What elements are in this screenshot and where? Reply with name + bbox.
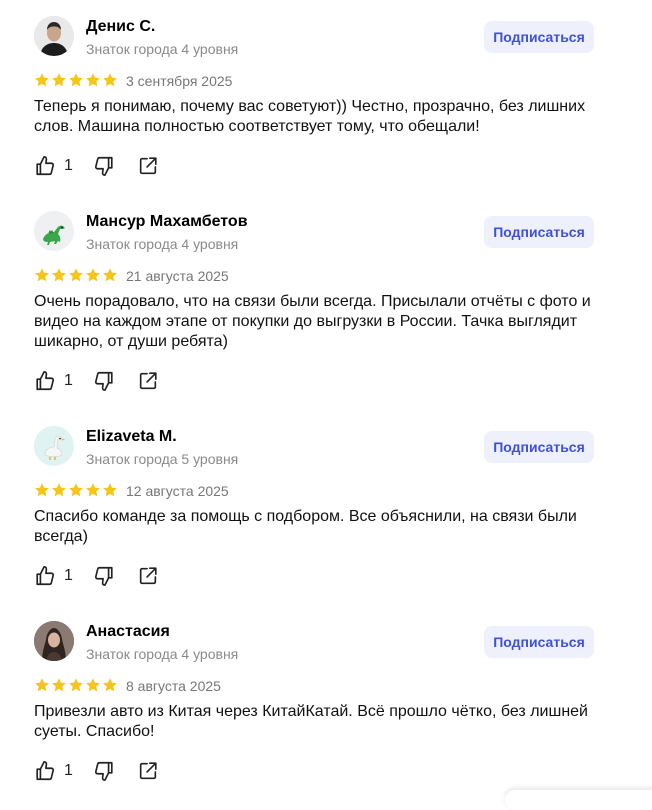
star-icon — [34, 482, 50, 498]
review-actions: 1 — [34, 370, 159, 392]
review-actions: 1 — [34, 565, 159, 587]
star-icon — [51, 72, 67, 88]
like-button[interactable]: 1 — [34, 760, 73, 782]
avatar[interactable] — [34, 621, 74, 661]
share-icon — [137, 155, 159, 177]
like-count: 1 — [64, 372, 73, 389]
review-text: Привезли авто из Китая через КитайКатай.… — [34, 703, 588, 740]
review-text: Спасибо команде за помощь с подбором. Вс… — [34, 508, 577, 545]
star-icon — [34, 677, 50, 693]
review-text: Очень порадовало, что на связи были всег… — [34, 293, 591, 350]
rating-stars — [34, 677, 118, 693]
reviewer-name[interactable]: Мансур Махамбетов — [86, 213, 248, 231]
dislike-button[interactable] — [93, 155, 115, 177]
dinosaur-icon — [34, 211, 74, 251]
like-count: 1 — [64, 762, 73, 779]
avatar[interactable] — [34, 426, 74, 466]
goose-icon — [34, 426, 74, 466]
reviewer-name[interactable]: Elizaveta M. — [86, 428, 177, 446]
rating-stars — [34, 482, 118, 498]
thumbs-up-icon — [34, 565, 56, 587]
review-date: 3 сентября 2025 — [126, 73, 233, 89]
review-actions: 1 — [34, 155, 159, 177]
like-button[interactable]: 1 — [34, 370, 73, 392]
reviewer-level: Знаток города 4 уровня — [86, 646, 239, 662]
reviewer-level: Знаток города 5 уровня — [86, 451, 239, 467]
star-icon — [85, 72, 101, 88]
woman-photo-icon — [34, 621, 74, 661]
star-icon — [102, 677, 118, 693]
share-icon — [137, 370, 159, 392]
thumbs-up-icon — [34, 760, 56, 782]
star-icon — [68, 72, 84, 88]
subscribe-button[interactable]: Подписаться — [484, 21, 594, 53]
thumbs-down-icon — [93, 155, 115, 177]
like-count: 1 — [64, 157, 73, 174]
share-button[interactable] — [137, 565, 159, 587]
reviewer-level: Знаток города 4 уровня — [86, 236, 239, 252]
star-icon — [51, 482, 67, 498]
avatar[interactable] — [34, 16, 74, 56]
man-photo-icon — [34, 16, 74, 56]
review-date: 8 августа 2025 — [126, 678, 221, 694]
reviewer-name[interactable]: Анастасия — [86, 623, 170, 641]
rating-stars — [34, 267, 118, 283]
share-button[interactable] — [137, 760, 159, 782]
subscribe-button[interactable]: Подписаться — [484, 626, 594, 658]
share-icon — [137, 760, 159, 782]
review-date: 12 августа 2025 — [126, 483, 229, 499]
thumbs-down-icon — [93, 565, 115, 587]
thumbs-up-icon — [34, 155, 56, 177]
star-icon — [102, 267, 118, 283]
share-icon — [137, 565, 159, 587]
star-icon — [34, 72, 50, 88]
star-icon — [68, 267, 84, 283]
share-button[interactable] — [137, 155, 159, 177]
rating-stars — [34, 72, 118, 88]
star-icon — [51, 267, 67, 283]
star-icon — [85, 677, 101, 693]
star-icon — [68, 677, 84, 693]
star-icon — [51, 677, 67, 693]
floating-panel-edge — [505, 790, 652, 810]
like-button[interactable]: 1 — [34, 155, 73, 177]
star-icon — [85, 482, 101, 498]
star-icon — [68, 482, 84, 498]
subscribe-button[interactable]: Подписаться — [484, 431, 594, 463]
review-actions: 1 — [34, 760, 159, 782]
star-icon — [34, 267, 50, 283]
thumbs-down-icon — [93, 760, 115, 782]
review-text: Теперь я понимаю, почему вас советуют)) … — [34, 98, 586, 135]
star-icon — [102, 72, 118, 88]
like-count: 1 — [64, 567, 73, 584]
like-button[interactable]: 1 — [34, 565, 73, 587]
review-date: 21 августа 2025 — [126, 268, 229, 284]
thumbs-down-icon — [93, 370, 115, 392]
subscribe-button[interactable]: Подписаться — [484, 216, 594, 248]
star-icon — [85, 267, 101, 283]
dislike-button[interactable] — [93, 370, 115, 392]
share-button[interactable] — [137, 370, 159, 392]
dislike-button[interactable] — [93, 760, 115, 782]
star-icon — [102, 482, 118, 498]
avatar[interactable] — [34, 211, 74, 251]
reviewer-name[interactable]: Денис С. — [86, 18, 155, 36]
reviewer-level: Знаток города 4 уровня — [86, 41, 239, 57]
dislike-button[interactable] — [93, 565, 115, 587]
thumbs-up-icon — [34, 370, 56, 392]
